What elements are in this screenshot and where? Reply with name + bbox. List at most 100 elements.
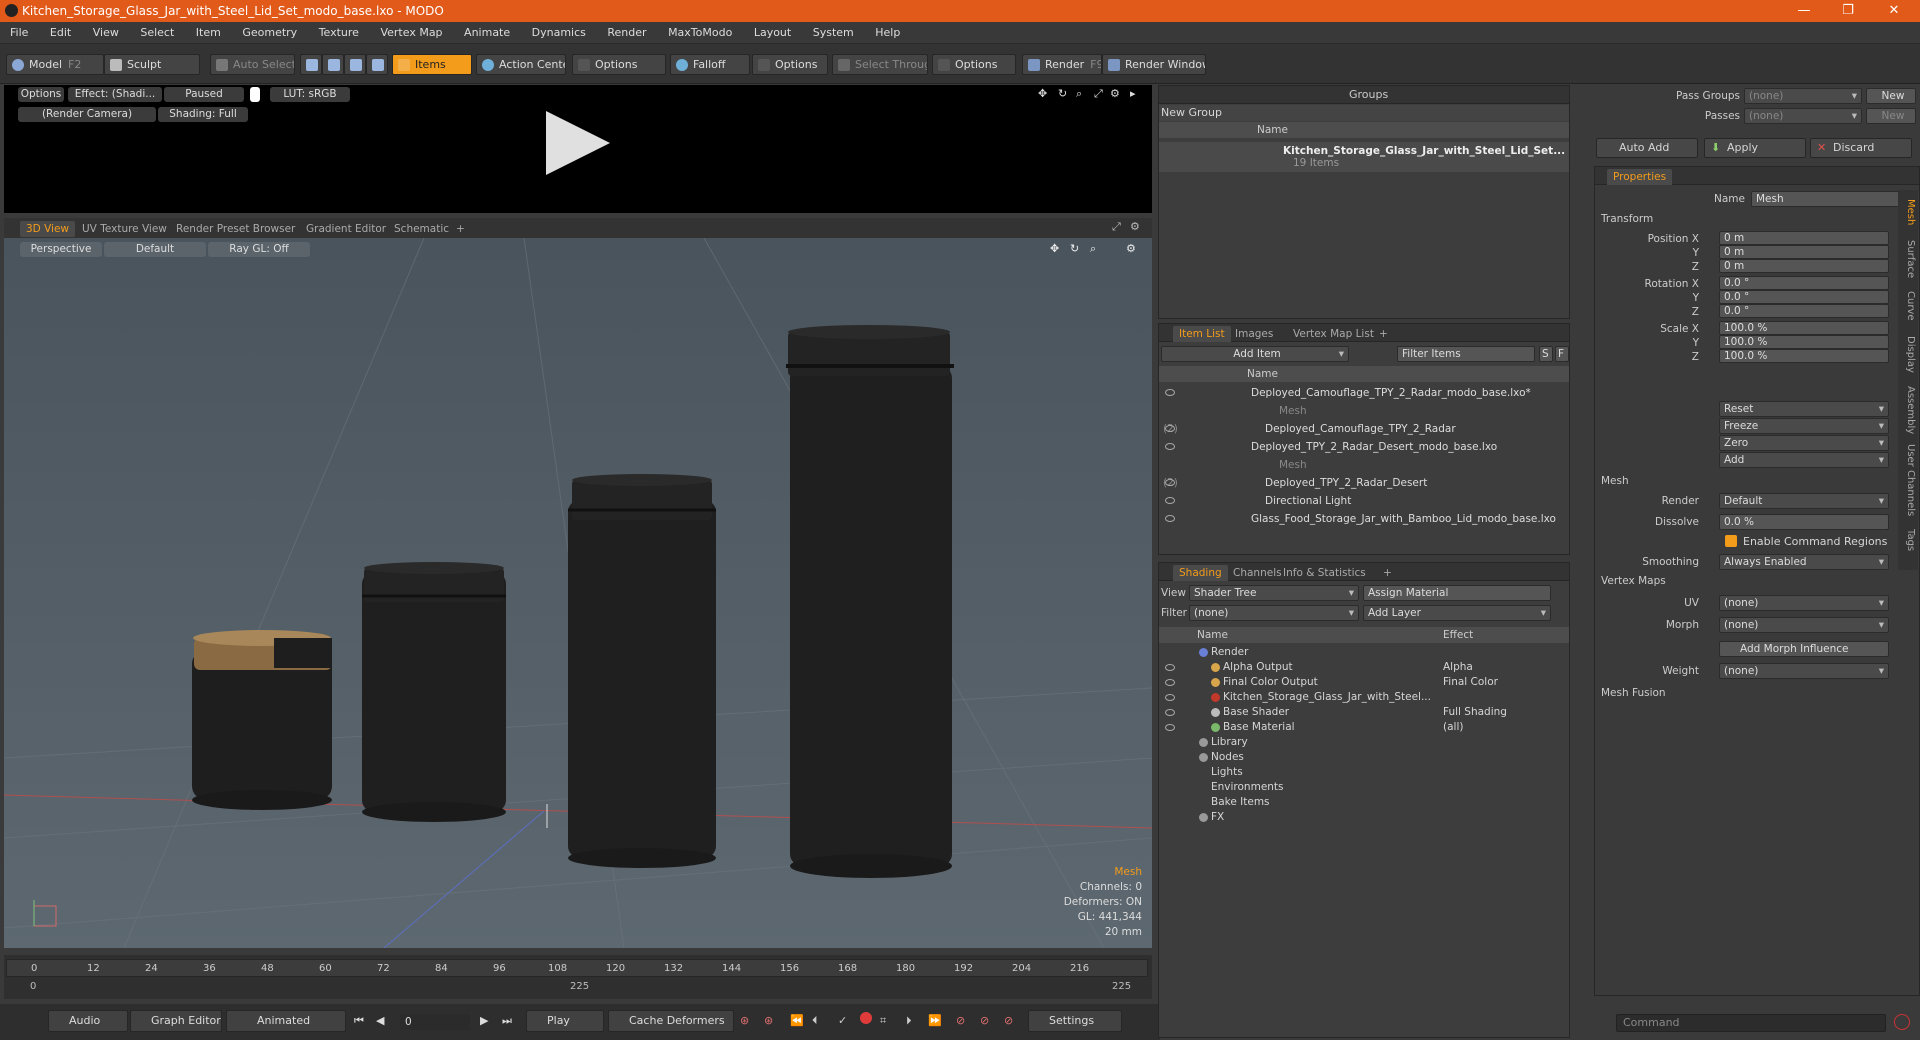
view-dropdown[interactable]: Shader Tree <box>1189 585 1359 601</box>
frame-field[interactable]: 0 <box>400 1014 470 1030</box>
auto-key-icon[interactable]: ⊛ <box>764 1014 773 1027</box>
tab-3d-view[interactable]: 3D View <box>20 221 76 237</box>
render-button[interactable]: Render F9 <box>1022 54 1102 75</box>
go-to-start-icon[interactable]: ⏮ <box>354 1014 364 1028</box>
side-tab-surface[interactable]: Surface <box>1900 236 1916 282</box>
timeline[interactable]: 0 12 24 36 48 60 72 84 96 108 120 132 14… <box>4 955 1152 999</box>
tab-schematic[interactable]: Schematic <box>388 221 455 237</box>
close-button[interactable]: ✕ <box>1878 2 1910 20</box>
new-pass-group-button[interactable]: New <box>1866 88 1916 104</box>
item-list-row[interactable]: Directional Light <box>1159 492 1569 510</box>
lut-dropdown[interactable]: LUT: sRGB <box>270 87 350 102</box>
mesh-section[interactable]: Mesh <box>1601 475 1629 487</box>
audio-button[interactable]: Audio <box>48 1010 128 1032</box>
minimize-button[interactable]: — <box>1788 2 1820 20</box>
jar-cork-lid[interactable] <box>192 630 332 810</box>
prev-key-icon[interactable]: ⏪ <box>790 1014 804 1027</box>
tab-gradient-editor[interactable]: Gradient Editor <box>300 221 392 237</box>
shader-layer-effect[interactable]: (all) <box>1443 720 1463 735</box>
filter-s-button[interactable]: S <box>1539 346 1553 362</box>
preview-arrow-icon[interactable]: ▸ <box>1130 87 1136 100</box>
preview-refresh-icon[interactable]: ↻ <box>1058 87 1067 100</box>
menu-animate[interactable]: Animate <box>454 22 518 39</box>
play-icon[interactable] <box>546 111 610 175</box>
tab-item-list[interactable]: Item List <box>1173 326 1231 342</box>
visibility-eye-icon[interactable] <box>1165 694 1175 701</box>
menu-vertex-map[interactable]: Vertex Map <box>370 22 450 39</box>
name-field[interactable]: Mesh <box>1751 191 1901 207</box>
shader-tree-row[interactable]: Bake Items <box>1159 795 1569 810</box>
viewport-expand-icon[interactable]: ⤢ <box>1112 220 1121 234</box>
menu-texture[interactable]: Texture <box>309 22 367 39</box>
side-tab-mesh[interactable]: Mesh <box>1900 192 1916 232</box>
preview-zoom-icon[interactable]: ⌕ <box>1076 87 1082 101</box>
vertex-maps-section[interactable]: Vertex Maps <box>1601 575 1666 587</box>
prev-frame-icon[interactable]: ⏴ <box>812 1014 818 1028</box>
graph-editor-button[interactable]: Graph Editor <box>130 1010 222 1032</box>
shader-tree-row[interactable]: Alpha Output Alpha <box>1159 660 1569 675</box>
weight-dropdown[interactable]: (none) <box>1719 663 1889 679</box>
add-tab-button[interactable]: + <box>450 221 471 237</box>
preview-move-icon[interactable]: ✥ <box>1038 87 1047 100</box>
shader-tree-row[interactable]: Library <box>1159 735 1569 750</box>
transform-value-field[interactable]: 100.0 % <box>1719 349 1889 363</box>
filter-dropdown[interactable]: (none) <box>1189 605 1359 621</box>
render-dropdown[interactable]: Default <box>1719 493 1889 509</box>
action-center-options-button[interactable]: Options <box>572 54 666 75</box>
shader-tree-row[interactable]: Kitchen_Storage_Glass_Jar_with_Steel... <box>1159 690 1569 705</box>
side-tab-tags[interactable]: Tags <box>1900 522 1916 558</box>
mesh-fusion-section[interactable]: Mesh Fusion <box>1601 687 1666 699</box>
visibility-eye-icon[interactable] <box>1165 679 1175 686</box>
preview-expand-icon[interactable]: ⤢ <box>1094 87 1103 101</box>
item-list-row[interactable]: Deployed_TPY_2_Radar_Desert_modo_base.lx… <box>1159 438 1569 456</box>
viewport-gear-icon[interactable]: ⚙ <box>1130 220 1140 233</box>
render-preview[interactable]: Options Effect: (Shadi... Paused LUT: sR… <box>4 85 1152 213</box>
step-back-icon[interactable]: ◀ <box>376 1014 384 1027</box>
menu-system[interactable]: System <box>803 22 862 39</box>
select-through-button[interactable]: Select Through <box>832 54 928 75</box>
jar-small[interactable] <box>362 562 506 822</box>
assign-material-button[interactable]: Assign Material <box>1363 585 1551 601</box>
jar-medium[interactable] <box>568 474 716 868</box>
add-item-dropdown[interactable]: Add Item <box>1161 346 1349 362</box>
filter-f-button[interactable]: F <box>1555 346 1569 362</box>
camera-dropdown[interactable]: (Render Camera) <box>18 107 156 122</box>
reset-dropdown[interactable]: Reset <box>1719 401 1889 417</box>
record-icon[interactable] <box>860 1012 872 1024</box>
transform-value-field[interactable]: 100.0 % <box>1719 321 1889 335</box>
vertices-mode-button[interactable] <box>300 54 322 75</box>
next-key-icon[interactable]: ⏩ <box>928 1014 942 1027</box>
preview-options-button[interactable]: Options <box>18 87 64 102</box>
transform-value-field[interactable]: 0 m <box>1719 259 1889 273</box>
menu-view[interactable]: View <box>83 22 127 39</box>
menu-layout[interactable]: Layout <box>744 22 799 39</box>
menu-help[interactable]: Help <box>865 22 908 39</box>
shader-layer-effect[interactable]: Final Color <box>1443 675 1498 690</box>
play-button[interactable]: Play <box>526 1010 604 1032</box>
action-center-button[interactable]: Action Center <box>476 54 566 75</box>
shader-tree-row[interactable]: Base Shader Full Shading <box>1159 705 1569 720</box>
apply-button[interactable]: ⬇ Apply <box>1704 138 1806 158</box>
tab-vertex-map-list[interactable]: Vertex Map List <box>1287 326 1380 342</box>
transform-value-field[interactable]: 100.0 % <box>1719 335 1889 349</box>
falloff-options-button[interactable]: Options <box>752 54 828 75</box>
add-layer-dropdown[interactable]: Add Layer <box>1363 605 1551 621</box>
maximize-button[interactable]: ❐ <box>1832 2 1864 20</box>
new-pass-button[interactable]: New <box>1866 108 1916 124</box>
uv-dropdown[interactable]: (none) <box>1719 595 1889 611</box>
shader-tree-row[interactable]: Final Color Output Final Color <box>1159 675 1569 690</box>
animated-dropdown[interactable]: Animated <box>226 1010 346 1032</box>
visibility-eye-icon[interactable] <box>1165 425 1175 432</box>
visibility-eye-icon[interactable] <box>1165 664 1175 671</box>
tab-info-statistics[interactable]: Info & Statistics <box>1277 565 1372 581</box>
visibility-eye-icon[interactable] <box>1165 709 1175 716</box>
step-forward-icon[interactable]: ▶ <box>480 1014 488 1027</box>
side-tab-display[interactable]: Display <box>1900 330 1916 378</box>
add-morph-influence-button[interactable]: Add Morph Influence <box>1719 641 1889 657</box>
menu-render[interactable]: Render <box>597 22 654 39</box>
items-mode-button[interactable]: Items <box>392 54 472 75</box>
tab-uv-texture-view[interactable]: UV Texture View <box>76 221 173 237</box>
shader-tree-row[interactable]: Nodes <box>1159 750 1569 765</box>
zero-dropdown[interactable]: Zero <box>1719 435 1889 451</box>
timeline-ruler[interactable]: 0 12 24 36 48 60 72 84 96 108 120 132 14… <box>6 959 1148 977</box>
